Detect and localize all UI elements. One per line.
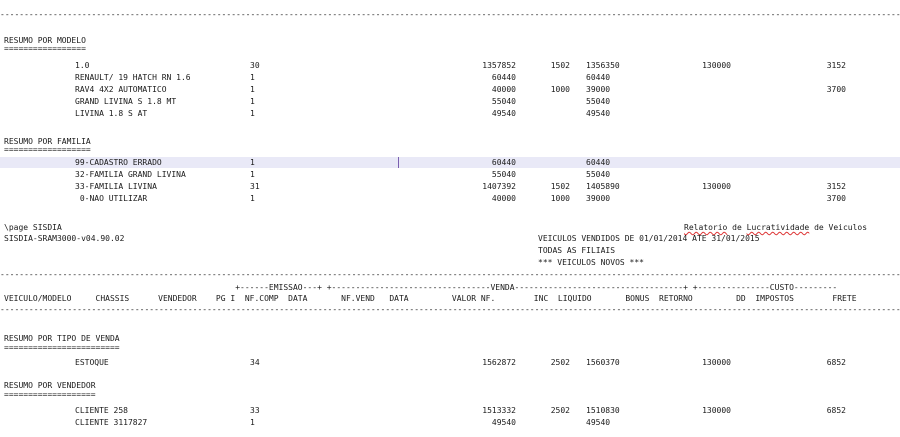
system-version: SISDIA-SRAM3000-v04.90.02 xyxy=(4,234,125,243)
cell-inc: 1000 xyxy=(550,85,570,94)
cell-retorno: 130000 xyxy=(702,61,731,70)
cell-qty: 1 xyxy=(250,73,255,82)
cell-valor: 1562872 xyxy=(482,358,516,367)
cell-qty: 1 xyxy=(250,418,255,427)
cell-valor: 1357852 xyxy=(482,61,516,70)
cell-liquido: 49540 xyxy=(586,109,611,118)
cell-inc: 1502 xyxy=(550,182,570,191)
cell-qty: 30 xyxy=(250,61,260,70)
cell-liquido: 39000 xyxy=(586,85,611,94)
cell-name: ESTOQUE xyxy=(75,358,109,367)
cell-impostos: 6852 xyxy=(826,358,846,367)
cell-inc: 1000 xyxy=(550,194,570,203)
page-directive: \page SISDIA xyxy=(4,223,62,232)
cell-qty: 33 xyxy=(250,406,260,415)
cell-qty: 31 xyxy=(250,182,260,191)
cell-liquido: 60440 xyxy=(586,158,611,167)
cell-name: CLIENTE 3117827 xyxy=(75,418,148,427)
cell-name: GRAND LIVINA S 1.8 MT xyxy=(75,97,177,106)
report-scope: *** VEICULOS NOVOS *** xyxy=(538,258,644,267)
cell-liquido: 39000 xyxy=(586,194,611,203)
cell-valor: 60440 xyxy=(491,73,516,82)
cell-impostos: 3152 xyxy=(826,182,846,191)
cell-qty: 1 xyxy=(250,170,255,179)
cell-valor: 40000 xyxy=(491,85,516,94)
cell-valor: 1407392 xyxy=(482,182,516,191)
cell-liquido: 1356350 xyxy=(586,61,620,70)
cell-valor: 55040 xyxy=(491,170,516,179)
cell-liquido: 1405890 xyxy=(586,182,620,191)
cell-inc: 1502 xyxy=(550,61,570,70)
cell-qty: 1 xyxy=(250,85,255,94)
cell-valor: 1513332 xyxy=(482,406,516,415)
section-underline-vendedor: =================== xyxy=(4,390,96,399)
report-period: VEICULOS VENDIDOS DE 01/01/2014 ATE 31/0… xyxy=(538,234,760,243)
report-title: Relatorio de Lucratividade de Veiculos xyxy=(684,223,868,232)
cell-valor: 49540 xyxy=(491,418,516,427)
cell-qty: 34 xyxy=(250,358,260,367)
cell-name: 33-FAMILIA LIVINA xyxy=(75,182,157,191)
column-rule-bottom: ----------------------------------------… xyxy=(0,305,900,314)
cell-qty: 1 xyxy=(250,194,255,203)
cell-name: 1.0 xyxy=(75,61,90,70)
cell-valor: 40000 xyxy=(491,194,516,203)
cell-liquido: 55040 xyxy=(586,170,611,179)
column-group-line: +------EMISSAO---+ +--------------------… xyxy=(4,283,838,292)
cell-name: 99-CADASTRO ERRADO xyxy=(75,158,162,167)
text-cursor xyxy=(398,157,399,168)
cell-qty: 1 xyxy=(250,109,255,118)
cell-name: 32-FAMILIA GRAND LIVINA xyxy=(75,170,186,179)
cell-liquido: 55040 xyxy=(586,97,611,106)
cell-qty: 1 xyxy=(250,158,255,167)
section-underline-tipo-venda: ======================== xyxy=(4,343,120,352)
cell-liquido: 1510830 xyxy=(586,406,620,415)
column-headers: VEICULO/MODELO CHASSIS VENDEDOR PG I NF.… xyxy=(4,294,857,303)
cell-inc: 2502 xyxy=(550,406,570,415)
cell-inc: 2502 xyxy=(550,358,570,367)
cell-name: RENAULT/ 19 HATCH RN 1.6 xyxy=(75,73,191,82)
cell-valor: 49540 xyxy=(491,109,516,118)
cell-impostos: 6852 xyxy=(826,406,846,415)
cell-valor: 55040 xyxy=(491,97,516,106)
cell-frete: 3700 xyxy=(826,194,846,203)
cell-frete: 3700 xyxy=(826,85,846,94)
column-rule-top: ----------------------------------------… xyxy=(0,270,900,279)
cell-retorno: 130000 xyxy=(702,182,731,191)
cell-liquido: 60440 xyxy=(586,73,611,82)
cell-retorno: 130000 xyxy=(702,406,731,415)
cell-name: 0-NAO UTILIZAR xyxy=(75,194,148,203)
section-underline-modelo: ================= xyxy=(4,44,86,53)
cell-retorno: 130000 xyxy=(702,358,731,367)
section-underline-familia: ================== xyxy=(4,145,91,154)
cell-name: RAV4 4X2 AUTOMATICO xyxy=(75,85,167,94)
cell-valor: 60440 xyxy=(491,158,516,167)
report-branches: TODAS AS FILIAIS xyxy=(538,246,616,255)
top-rule: ----------------------------------------… xyxy=(0,10,900,19)
cell-qty: 1 xyxy=(250,97,255,106)
cell-name: LIVINA 1.8 S AT xyxy=(75,109,148,118)
cell-liquido: 49540 xyxy=(586,418,611,427)
cell-impostos: 3152 xyxy=(826,61,846,70)
cell-name: CLIENTE 258 xyxy=(75,406,128,415)
cell-liquido: 1560370 xyxy=(586,358,620,367)
